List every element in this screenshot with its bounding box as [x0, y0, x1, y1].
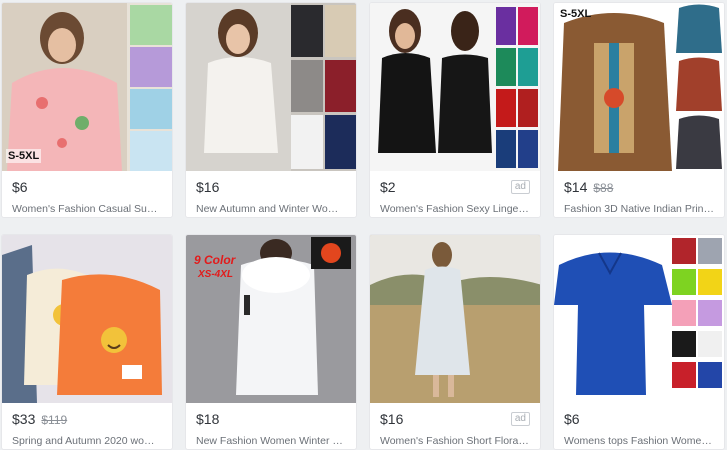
product-title[interactable]: Women's Fashion Casual Summer Off Should…: [12, 203, 162, 215]
ad-badge: ad: [510, 412, 530, 426]
product-price: $18: [196, 411, 220, 427]
product-image[interactable]: [2, 235, 172, 403]
product-title[interactable]: Fashion 3D Native Indian Print Hoodie: [564, 203, 714, 215]
original-price: $119: [41, 413, 68, 427]
product-price: $14: [564, 179, 588, 195]
product-image[interactable]: [554, 235, 724, 403]
product-card[interactable]: $33 $119 Spring and Autumn 2020 women's …: [1, 234, 173, 450]
product-image[interactable]: [370, 3, 540, 171]
size-range-label: S-5XL: [560, 8, 592, 20]
product-image[interactable]: S-5XL: [554, 3, 724, 171]
product-card[interactable]: $6 Womens tops Fashion Women Plus Size T…: [553, 234, 725, 450]
product-title[interactable]: New Fashion Women Winter Casual Down Jac…: [196, 435, 346, 447]
product-title[interactable]: Women's Fashion Sexy Lingerie Sleepwear: [380, 203, 530, 215]
product-price: $2: [380, 179, 396, 195]
product-card[interactable]: $16 New Autumn and Winter Women's Turtle…: [185, 2, 357, 218]
product-image[interactable]: [370, 235, 540, 403]
product-card[interactable]: $2 ad Women's Fashion Sexy Lingerie Slee…: [369, 2, 541, 218]
product-title[interactable]: Womens tops Fashion Women Plus Size T-sh…: [564, 435, 714, 447]
product-price: $16: [380, 411, 404, 427]
product-image[interactable]: 9 Color XS-4XL: [186, 235, 356, 403]
product-price: $6: [12, 179, 28, 195]
product-title[interactable]: Spring and Autumn 2020 women's hoodie: [12, 435, 162, 447]
original-price: $88: [593, 181, 614, 195]
product-price: $16: [196, 179, 220, 195]
product-card[interactable]: S-5XL $6 Women's Fashion Casual Summer O…: [1, 2, 173, 218]
product-price: $33: [12, 411, 36, 427]
product-image[interactable]: S-5XL: [2, 3, 172, 171]
product-card[interactable]: S-5XL $14 $88 Fashion 3D Native Indian P…: [553, 2, 725, 218]
product-price: $6: [564, 411, 580, 427]
size-range-label: S-5XL: [6, 149, 42, 163]
product-title[interactable]: Women's Fashion Short Floral Chiffon Dre…: [380, 435, 530, 447]
size-range-label: XS-4XL: [198, 269, 234, 280]
product-card[interactable]: $16 ad Women's Fashion Short Floral Chif…: [369, 234, 541, 450]
product-image[interactable]: [186, 3, 356, 171]
product-card[interactable]: 9 Color XS-4XL $18 New Fashion Women Win…: [185, 234, 357, 450]
color-count-label: 9 Color: [194, 253, 236, 267]
product-title[interactable]: New Autumn and Winter Women's Turtleneck…: [196, 203, 346, 215]
ad-badge: ad: [510, 180, 530, 194]
product-grid: S-5XL $6 Women's Fashion Casual Summer O…: [0, 0, 727, 450]
